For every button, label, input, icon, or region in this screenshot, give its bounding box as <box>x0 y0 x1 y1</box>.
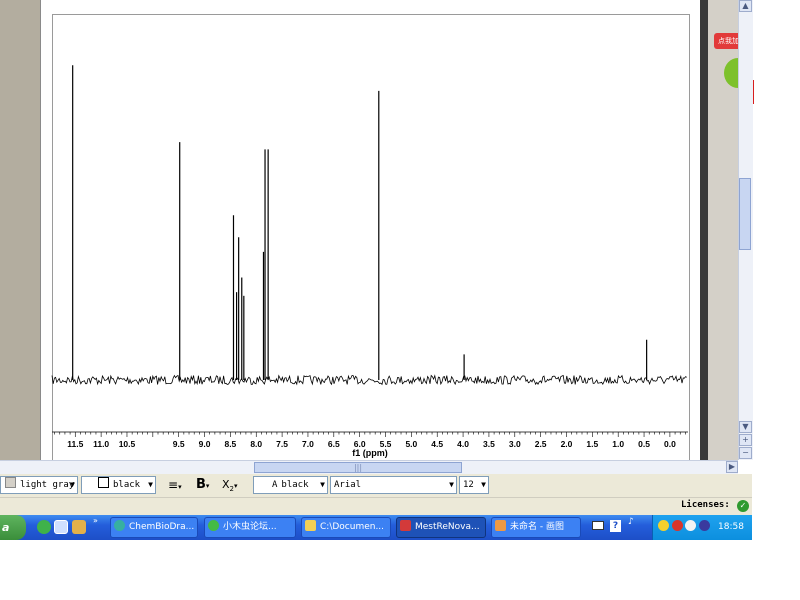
language-bar-icon[interactable]: ♪ <box>628 517 634 527</box>
bold-button[interactable]: B▾ <box>196 476 216 494</box>
license-check-icon[interactable]: ✓ <box>737 500 749 512</box>
x-axis-tick-label: 2.5 <box>535 439 547 449</box>
taskbar-item-forum[interactable]: 小木虫论坛... <box>204 517 296 538</box>
chevron-down-icon: ▼ <box>320 480 325 489</box>
font-name-value: Arial <box>334 480 362 490</box>
x-axis-tick-label: 6.5 <box>328 439 340 449</box>
browser-icon <box>208 520 219 531</box>
x-axis-tick-label: 4.0 <box>457 439 469 449</box>
canvas-background-left <box>0 0 40 460</box>
chevron-down-icon: ▼ <box>449 480 454 489</box>
zoom-out-icon[interactable]: − <box>739 447 752 459</box>
keyboard-icon[interactable] <box>592 521 604 530</box>
x-axis-tick-label: 1.0 <box>612 439 624 449</box>
x-axis-label: f1 (ppm) <box>352 448 388 458</box>
x-axis-tick-label: 0.5 <box>638 439 650 449</box>
zoom-in-icon[interactable]: + <box>739 434 752 446</box>
x-axis-tick-label: 9.0 <box>199 439 211 449</box>
fill-color-dropdown[interactable]: light gray ▼ <box>0 476 78 494</box>
x-axis-ticks: 11.5 11.0 10.5 9.5 9.0 8.5 8.0 7.5 7.0 6.5 6.0 5.5 5… <box>54 432 686 449</box>
font-size-value: 12 <box>463 480 474 490</box>
scroll-right-icon[interactable]: ▶ <box>726 461 738 473</box>
fill-color-label: light gray <box>20 480 75 490</box>
taskbar-item-paint[interactable]: 未命名 - 画图 <box>491 517 581 538</box>
quicklaunch-browser-icon[interactable] <box>37 520 51 534</box>
help-icon[interactable]: ? <box>610 520 621 532</box>
task-label: C:\Documen... <box>320 522 385 532</box>
line-color-swatch <box>98 477 109 488</box>
font-size-dropdown[interactable]: 12 ▼ <box>459 476 489 494</box>
status-bar <box>0 497 752 516</box>
chevron-down-icon: ▼ <box>70 480 75 489</box>
taskbar-item-documents[interactable]: C:\Documen... <box>301 517 391 538</box>
start-button[interactable]: a <box>0 515 26 540</box>
subscript-label: X <box>222 478 230 491</box>
x-axis-tick-label: 7.0 <box>302 439 314 449</box>
tray-security-icon[interactable] <box>672 520 683 531</box>
x-axis-tick-label: 11.0 <box>93 439 109 449</box>
fill-color-swatch <box>5 477 16 488</box>
task-label: 小木虫论坛... <box>223 522 277 532</box>
vertical-scroll-thumb[interactable] <box>739 178 751 250</box>
x-axis-tick-label: 3.0 <box>509 439 521 449</box>
x-axis-tick-label: 4.5 <box>431 439 443 449</box>
x-axis-tick-label: 0.0 <box>664 439 676 449</box>
x-axis-tick-label: 10.5 <box>119 439 136 449</box>
line-color-dropdown[interactable]: black ▼ <box>81 476 156 494</box>
chevron-down-icon: ▼ <box>148 480 153 489</box>
quicklaunch-desktop-icon[interactable] <box>54 520 68 534</box>
align-left-icon[interactable]: ≡▾ <box>168 476 192 494</box>
chem-icon <box>114 520 125 531</box>
quicklaunch-overflow-icon[interactable]: » <box>93 516 98 525</box>
text-color-icon: A <box>272 480 278 490</box>
tray-shield-icon[interactable] <box>685 520 696 531</box>
task-label: MestReNova... <box>415 522 480 532</box>
font-name-dropdown[interactable]: Arial ▼ <box>330 476 457 494</box>
x-axis-tick-label: 8.0 <box>250 439 262 449</box>
x-axis-tick-label: 9.5 <box>173 439 185 449</box>
horizontal-scroll-thumb[interactable]: ||| <box>254 462 462 473</box>
taskbar-item-mestrenova[interactable]: MestReNova... <box>396 517 486 538</box>
nmr-spectrum-chart[interactable]: 11.5 11.0 10.5 9.5 9.0 8.5 8.0 7.5 7.0 6.5 6.0 5.5 5… <box>40 0 700 460</box>
text-color-label: black <box>281 480 309 490</box>
tray-network-icon[interactable] <box>658 520 669 531</box>
x-axis-tick-label: 11.5 <box>67 439 83 449</box>
task-label: 未命名 - 画图 <box>510 522 564 532</box>
x-axis-tick-label: 3.5 <box>483 439 495 449</box>
window-border-right <box>700 0 708 460</box>
paint-icon <box>495 520 506 531</box>
taskbar-clock: 18:58 <box>718 522 744 532</box>
scroll-up-icon[interactable]: ▲ <box>739 0 752 12</box>
x-axis-tick-label: 7.5 <box>276 439 288 449</box>
scroll-down-icon[interactable]: ▼ <box>739 421 752 433</box>
x-axis-tick-label: 2.0 <box>561 439 573 449</box>
x-axis-tick-label: 1.5 <box>586 439 598 449</box>
folder-icon <box>305 520 316 531</box>
x-axis-tick-label: 5.0 <box>405 439 417 449</box>
spectrum-peaks <box>72 65 648 380</box>
chevron-down-icon: ▼ <box>481 480 486 489</box>
taskbar-item-chembiodraw[interactable]: ChemBioDra... <box>110 517 198 538</box>
text-color-dropdown[interactable]: Ablack ▼ <box>253 476 328 494</box>
line-color-label: black <box>113 480 141 490</box>
tray-volume-icon[interactable] <box>699 520 710 531</box>
mnova-icon <box>400 520 411 531</box>
task-label: ChemBioDra... <box>129 522 195 532</box>
spectrum-trace <box>51 374 688 386</box>
bold-label: B <box>196 477 206 492</box>
x-axis-tick-label: 8.5 <box>224 439 236 449</box>
subscript-button[interactable]: X2▾ <box>222 476 246 494</box>
licenses-label: Licenses: <box>681 500 730 510</box>
quicklaunch-user-icon[interactable] <box>72 520 86 534</box>
